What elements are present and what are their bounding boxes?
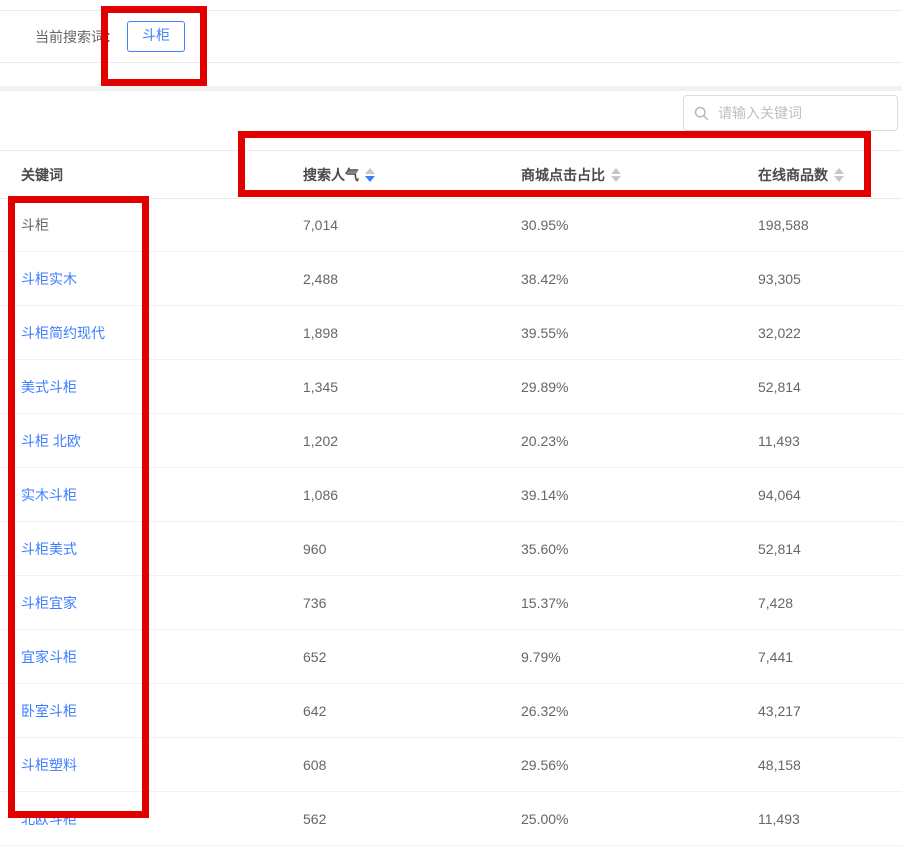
mall-click-ratio-value: 29.89% xyxy=(521,378,569,395)
table-row: 美式斗柜 1,345 29.89% 52,814 xyxy=(0,360,902,414)
search-popularity-value: 1,086 xyxy=(303,486,339,503)
mall-click-ratio-value: 25.00% xyxy=(521,810,569,827)
mall-click-ratio-value: 29.56% xyxy=(521,756,569,773)
keyword-link[interactable]: 斗柜宜家 xyxy=(21,595,77,611)
search-popularity-value: 736 xyxy=(303,594,327,611)
keyword-search-input[interactable] xyxy=(716,104,887,122)
online-products-value: 52,814 xyxy=(758,540,801,557)
table-row: 斗柜 北欧 1,202 20.23% 11,493 xyxy=(0,414,902,468)
keyword-link[interactable]: 斗柜简约现代 xyxy=(21,325,105,341)
mall-click-ratio-value: 26.32% xyxy=(521,702,569,719)
keyword-link[interactable]: 斗柜塑料 xyxy=(21,757,77,773)
column-header-search-popularity[interactable]: 搜索人气 xyxy=(284,165,502,185)
column-header-mall-click-ratio[interactable]: 商城点击占比 xyxy=(502,165,739,185)
keyword-link[interactable]: 斗柜实木 xyxy=(21,271,77,287)
keyword-link: 斗柜 xyxy=(21,216,49,233)
search-popularity-value: 2,488 xyxy=(303,270,339,287)
sort-icon[interactable] xyxy=(834,167,844,182)
keyword-search-box[interactable] xyxy=(683,95,898,131)
online-products-value: 48,158 xyxy=(758,756,801,773)
search-popularity-value: 1,202 xyxy=(303,432,339,449)
keyword-link[interactable]: 卧室斗柜 xyxy=(21,703,77,719)
search-popularity-value: 642 xyxy=(303,702,327,719)
mall-click-ratio-value: 15.37% xyxy=(521,594,569,611)
keyword-link[interactable]: 北欧斗柜 xyxy=(21,811,77,827)
topbar-bottom-divider xyxy=(0,62,902,63)
mall-click-ratio-value: 9.79% xyxy=(521,648,561,665)
online-products-value: 7,441 xyxy=(758,648,794,665)
online-products-value: 11,493 xyxy=(758,432,800,449)
online-products-value: 7,428 xyxy=(758,594,794,611)
table-body: 斗柜 7,014 30.95% 198,588 斗柜实木 2,488 38.42… xyxy=(0,198,902,846)
table-row: 斗柜宜家 736 15.37% 7,428 xyxy=(0,576,902,630)
online-products-value: 43,217 xyxy=(758,702,801,719)
keyword-analytics-page: { "topbar": { "label": "当前搜索词：", "curren… xyxy=(0,0,902,846)
search-popularity-value: 608 xyxy=(303,756,327,773)
keyword-link[interactable]: 斗柜美式 xyxy=(21,541,77,557)
online-products-value: 198,588 xyxy=(758,216,809,233)
table-row: 斗柜塑料 608 29.56% 48,158 xyxy=(0,738,902,792)
search-icon xyxy=(694,106,709,120)
search-popularity-value: 652 xyxy=(303,648,327,665)
search-popularity-value: 7,014 xyxy=(303,216,339,233)
table-row: 斗柜 7,014 30.95% 198,588 xyxy=(0,198,902,252)
keyword-link[interactable]: 斗柜 北欧 xyxy=(21,433,81,449)
table-row: 北欧斗柜 562 25.00% 11,493 xyxy=(0,792,902,846)
mall-click-ratio-value: 20.23% xyxy=(521,432,569,449)
table-header-row: 关键词 搜索人气 商城点击占比 在线商品数 xyxy=(0,150,902,199)
mall-click-ratio-value: 30.95% xyxy=(521,216,569,233)
column-header-online-products[interactable]: 在线商品数 xyxy=(739,165,902,185)
online-products-value: 32,022 xyxy=(758,324,801,341)
search-popularity-value: 1,898 xyxy=(303,324,339,341)
current-search-term-tag[interactable]: 斗柜 xyxy=(127,21,185,52)
online-products-value: 93,305 xyxy=(758,270,801,287)
table-row: 斗柜实木 2,488 38.42% 93,305 xyxy=(0,252,902,306)
mall-click-ratio-value: 39.55% xyxy=(521,324,569,341)
mall-click-ratio-value: 39.14% xyxy=(521,486,569,503)
sort-icon[interactable] xyxy=(611,167,621,182)
table-row: 宜家斗柜 652 9.79% 7,441 xyxy=(0,630,902,684)
current-search-term-bar: 当前搜索词： 斗柜 xyxy=(0,11,902,62)
search-popularity-value: 1,345 xyxy=(303,378,339,395)
online-products-value: 11,493 xyxy=(758,810,800,827)
keyword-link[interactable]: 宜家斗柜 xyxy=(21,649,77,665)
mall-click-ratio-value: 35.60% xyxy=(521,540,569,557)
search-popularity-value: 562 xyxy=(303,810,327,827)
online-products-value: 94,064 xyxy=(758,486,801,503)
keyword-link[interactable]: 实木斗柜 xyxy=(21,487,77,503)
mall-click-ratio-value: 38.42% xyxy=(521,270,569,287)
sort-icon[interactable] xyxy=(365,167,375,182)
online-products-value: 52,814 xyxy=(758,378,801,395)
section-divider-band xyxy=(0,86,902,91)
current-search-term-label: 当前搜索词： xyxy=(35,28,119,45)
table-row: 卧室斗柜 642 26.32% 43,217 xyxy=(0,684,902,738)
column-header-keyword: 关键词 xyxy=(21,166,63,183)
table-row: 斗柜简约现代 1,898 39.55% 32,022 xyxy=(0,306,902,360)
table-row: 实木斗柜 1,086 39.14% 94,064 xyxy=(0,468,902,522)
search-popularity-value: 960 xyxy=(303,540,327,557)
keyword-link[interactable]: 美式斗柜 xyxy=(21,379,77,395)
table-row: 斗柜美式 960 35.60% 52,814 xyxy=(0,522,902,576)
